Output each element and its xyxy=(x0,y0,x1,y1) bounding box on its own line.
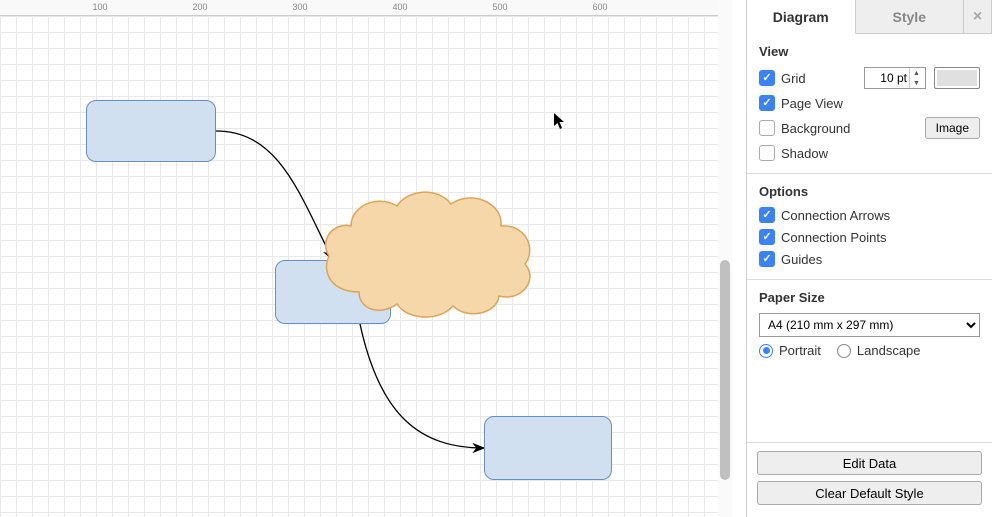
connection-arrows-checkbox[interactable] xyxy=(759,207,775,223)
canvas-area[interactable]: 100 200 300 400 500 600 xyxy=(0,0,732,517)
page-view-label: Page View xyxy=(781,96,843,111)
horizontal-ruler: 100 200 300 400 500 600 xyxy=(0,0,732,16)
ruler-tick: 300 xyxy=(292,2,307,12)
ruler-tick: 500 xyxy=(492,2,507,12)
ruler-tick: 200 xyxy=(192,2,207,12)
landscape-text: Landscape xyxy=(857,343,921,358)
format-sidebar: Diagram Style × View Grid ▲ ▼ Pag xyxy=(746,0,992,517)
tab-diagram[interactable]: Diagram xyxy=(747,0,856,34)
view-heading: View xyxy=(759,44,980,59)
grid-color-swatch[interactable] xyxy=(934,67,980,89)
sidebar-footer: Edit Data Clear Default Style xyxy=(747,442,992,517)
portrait-text: Portrait xyxy=(779,343,821,358)
grid-label: Grid xyxy=(781,71,806,86)
landscape-radio[interactable] xyxy=(837,344,851,358)
shadow-checkbox-label[interactable]: Shadow xyxy=(759,145,828,161)
clear-default-style-button[interactable]: Clear Default Style xyxy=(757,481,982,505)
stepper-down-icon[interactable]: ▼ xyxy=(910,78,923,88)
options-heading: Options xyxy=(759,184,980,199)
sidebar-tabs: Diagram Style × xyxy=(747,0,992,34)
connection-points-checkbox-label[interactable]: Connection Points xyxy=(759,229,887,245)
page-view-checkbox-label[interactable]: Page View xyxy=(759,95,843,111)
guides-checkbox[interactable] xyxy=(759,251,775,267)
paper-size-panel: Paper Size A4 (210 mm x 297 mm) Portrait… xyxy=(747,280,992,370)
background-checkbox-label[interactable]: Background xyxy=(759,120,850,136)
portrait-radio[interactable] xyxy=(759,344,773,358)
shape-rect-3[interactable] xyxy=(484,416,612,480)
ruler-tick: 400 xyxy=(392,2,407,12)
options-panel: Options Connection Arrows Connection Poi… xyxy=(747,174,992,280)
guides-label: Guides xyxy=(781,252,822,267)
grid-size-input[interactable] xyxy=(865,71,909,85)
paper-size-heading: Paper Size xyxy=(759,290,980,305)
canvas-page[interactable] xyxy=(0,16,732,517)
scrollbar-thumb[interactable] xyxy=(720,260,730,480)
shape-rect-1[interactable] xyxy=(86,100,216,162)
ruler-tick: 100 xyxy=(92,2,107,12)
orientation-landscape-label[interactable]: Landscape xyxy=(837,343,921,358)
orientation-portrait-label[interactable]: Portrait xyxy=(759,343,821,358)
grid-size-stepper[interactable]: ▲ ▼ xyxy=(864,67,926,89)
stepper-up-icon[interactable]: ▲ xyxy=(910,68,923,78)
ruler-tick: 600 xyxy=(592,2,607,12)
edit-data-button[interactable]: Edit Data xyxy=(757,451,982,475)
close-sidebar-button[interactable]: × xyxy=(964,0,992,33)
shape-cloud-1[interactable] xyxy=(315,184,539,324)
connection-arrows-label: Connection Arrows xyxy=(781,208,890,223)
vertical-scrollbar[interactable] xyxy=(718,0,732,517)
background-checkbox[interactable] xyxy=(759,120,775,136)
connection-points-label: Connection Points xyxy=(781,230,887,245)
paper-size-select[interactable]: A4 (210 mm x 297 mm) xyxy=(759,313,980,337)
background-image-button[interactable]: Image xyxy=(925,117,980,139)
view-panel: View Grid ▲ ▼ Page View xyxy=(747,34,992,174)
grid-checkbox-label[interactable]: Grid xyxy=(759,70,806,86)
guides-checkbox-label[interactable]: Guides xyxy=(759,251,822,267)
connection-arrows-checkbox-label[interactable]: Connection Arrows xyxy=(759,207,890,223)
background-label: Background xyxy=(781,121,850,136)
connection-points-checkbox[interactable] xyxy=(759,229,775,245)
tab-style[interactable]: Style xyxy=(856,0,965,33)
grid-checkbox[interactable] xyxy=(759,70,775,86)
shadow-checkbox[interactable] xyxy=(759,145,775,161)
shadow-label: Shadow xyxy=(781,146,828,161)
page-view-checkbox[interactable] xyxy=(759,95,775,111)
